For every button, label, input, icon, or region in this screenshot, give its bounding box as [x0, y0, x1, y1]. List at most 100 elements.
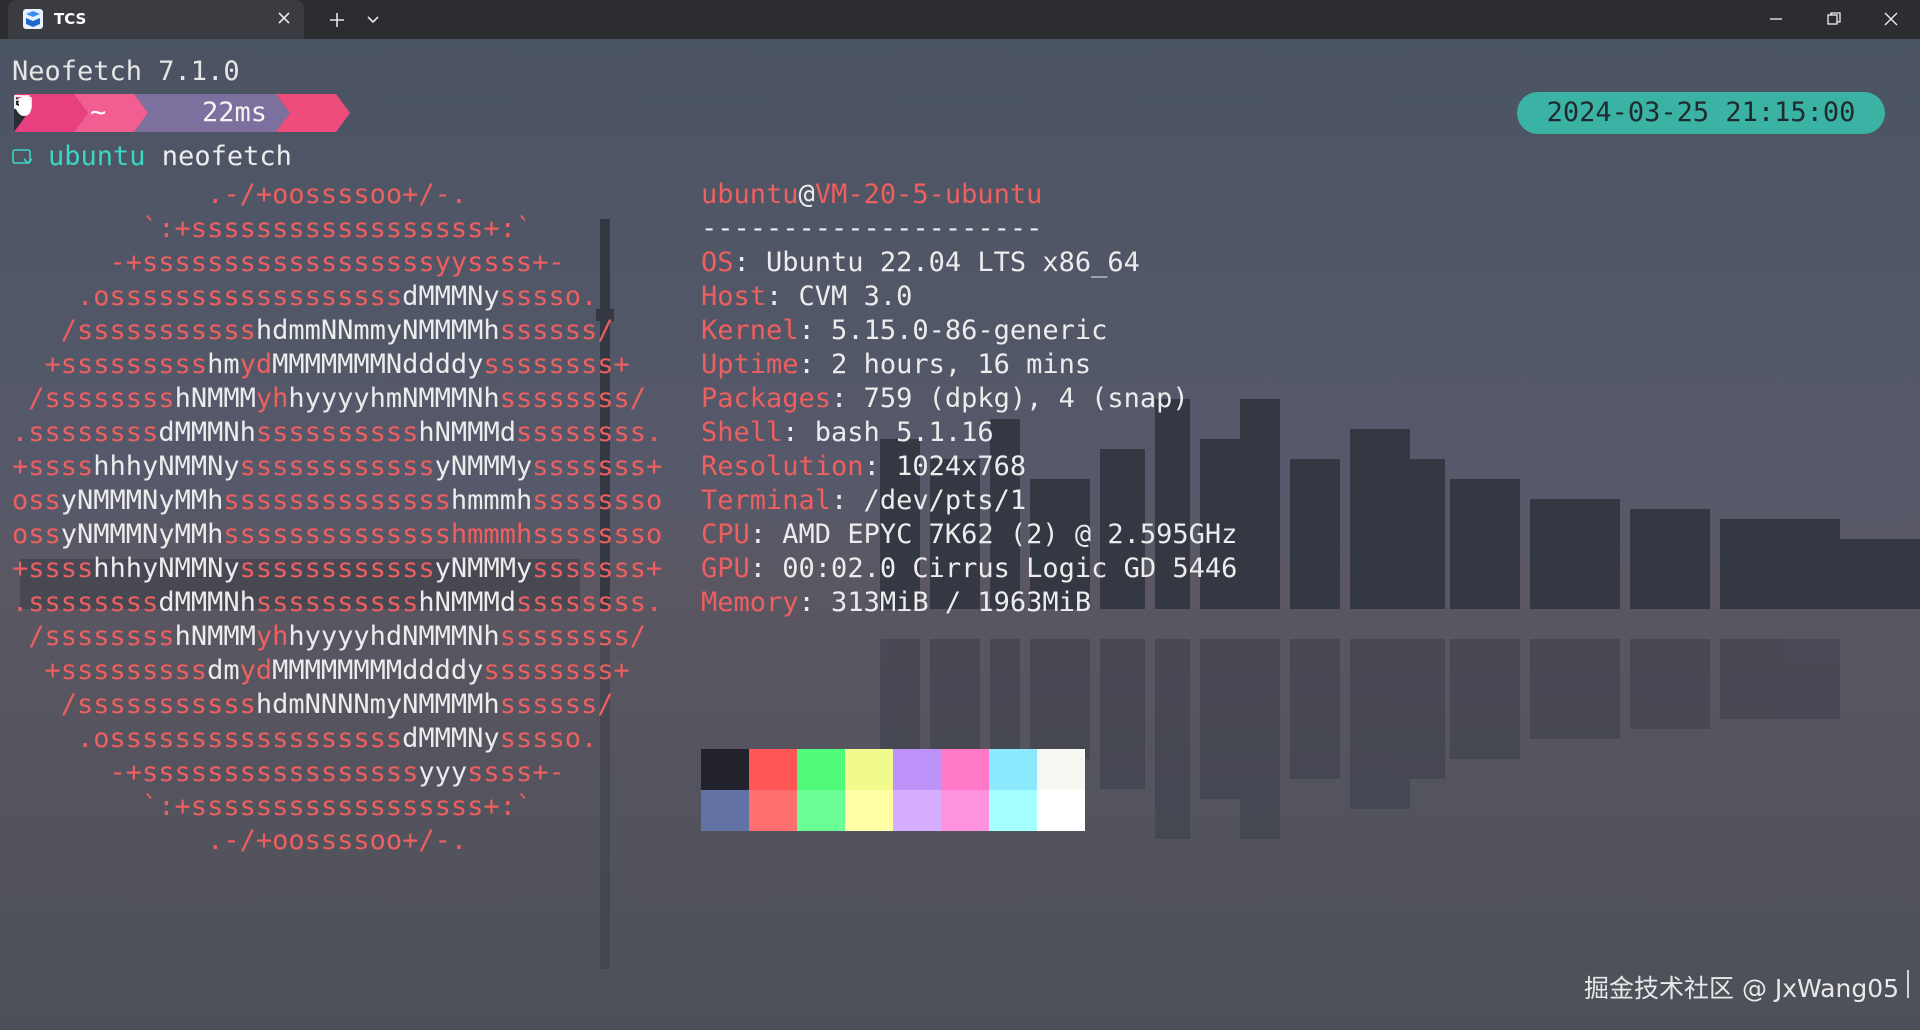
ascii-logo-segment: MMMMMMMMddddy — [272, 655, 484, 686]
info-key: Uptime — [701, 349, 799, 380]
ascii-logo-segment: hhhyNMMNy — [93, 451, 240, 482]
info-row-uptime: Uptime: 2 hours, 16 mins — [701, 348, 1091, 382]
info-at: @ — [798, 179, 815, 210]
prompt-powerline — [14, 94, 350, 132]
minimize-button[interactable] — [1747, 0, 1805, 39]
ascii-logo-segment: +sssssssss — [12, 349, 208, 380]
info-key: Memory — [701, 587, 799, 618]
info-value: : 00:02.0 Cirrus Logic GD 5446 — [749, 553, 1238, 584]
info-row-kernel: Kernel: 5.15.0-86-generic — [701, 314, 1107, 348]
watermark: 掘金技术社区 @ JxWang05 — [1584, 974, 1900, 1003]
prompt-user: ubuntu — [48, 141, 146, 172]
ascii-logo-line: `:+ssssssssssssssssss+:` — [12, 790, 532, 824]
info-key: CPU — [701, 519, 750, 550]
ascii-logo-segment: /ssssssss — [12, 621, 175, 652]
title-bar: TCS — [0, 0, 1920, 39]
terminal-prompt-icon — [12, 148, 33, 164]
info-row-os: OS: Ubuntu 22.04 LTS x86_64 — [701, 246, 1140, 280]
color-swatch — [749, 749, 797, 790]
ascii-logo-segment: yNMMMNyMMh — [60, 519, 224, 550]
info-row-gpu: GPU: 00:02.0 Cirrus Logic GD 5446 — [701, 552, 1237, 586]
info-host: VM-20-5-ubuntu — [814, 179, 1043, 210]
color-swatch — [797, 749, 845, 790]
info-value: : AMD EPYC 7K62 (2) @ 2.595GHz — [749, 519, 1238, 550]
ascii-logo-segment: hhhyNMMNy — [93, 553, 240, 584]
text-cursor — [1907, 970, 1909, 998]
ascii-logo-segment: yh — [255, 383, 289, 414]
ascii-logo-segment: dMMMNy — [402, 281, 500, 312]
terminal-pane[interactable]: Neofetch 7.1.0 ~ 22ms 2024-03-25 21:15:0… — [0, 39, 1920, 1030]
info-value: : bash 5.1.16 — [782, 417, 994, 448]
ascii-logo-segment: +ssss — [12, 451, 94, 482]
minimize-icon — [1770, 18, 1782, 20]
prompt-path: ~ — [90, 97, 107, 128]
plus-icon[interactable] — [327, 10, 347, 30]
user-host-line: ubuntu@VM-20-5-ubuntu — [701, 178, 1042, 212]
terminal-app-icon — [23, 9, 43, 29]
ascii-logo-segment: ssssssso — [532, 485, 663, 516]
ascii-logo-segment: yNMMMy — [434, 451, 533, 482]
close-window-button[interactable] — [1862, 0, 1920, 39]
info-key: GPU — [701, 553, 750, 584]
ascii-logo-segment: hmmmh — [450, 485, 533, 516]
ascii-logo-segment: yNMMMy — [434, 553, 533, 584]
maximize-button[interactable] — [1805, 0, 1863, 39]
ascii-logo-segment: ssssssss. — [515, 587, 663, 618]
ascii-logo-segment: ssssss/ — [499, 689, 614, 720]
info-key: Kernel — [701, 315, 799, 346]
info-value: : 5.15.0-86-generic — [798, 315, 1108, 346]
ascii-logo-segment: +sssssssss — [12, 655, 208, 686]
ascii-logo-segment: .-/+oossssoo+/-. — [12, 825, 468, 856]
ascii-logo-segment: ssssssssssss — [239, 553, 435, 584]
color-swatch — [845, 790, 893, 831]
ascii-logo-line: .ssssssssdMMMNhsssssssssshNMMMdssssssss. — [12, 416, 662, 450]
color-swatch — [893, 749, 941, 790]
ascii-logo-segment: /sssssssssss — [12, 315, 256, 346]
color-swatch — [941, 749, 989, 790]
ascii-logo-segment: hNMMMd — [418, 587, 516, 618]
command-line[interactable]: ubuntu neofetch — [12, 140, 292, 174]
ascii-logo-segment: ssssssssss — [255, 417, 419, 448]
info-key: Packages — [701, 383, 832, 414]
ascii-logo-segment: hdmNNNNmyNMMMMh — [255, 689, 500, 720]
color-swatch — [941, 790, 989, 831]
info-key: OS — [701, 247, 734, 278]
info-value: : /dev/pts/1 — [831, 485, 1027, 516]
ascii-logo-segment: dMMMNy — [402, 723, 500, 754]
ascii-logo-segment: ssssssss. — [515, 417, 663, 448]
ascii-logo-segment: dMMMNh — [158, 417, 256, 448]
ascii-logo-segment: /ssssssss — [12, 383, 175, 414]
ascii-logo-segment: ssssssssss — [255, 587, 419, 618]
info-value: : 313MiB / 1963MiB — [798, 587, 1092, 618]
ascii-logo-segment: yyy — [418, 757, 468, 788]
ascii-logo-segment: sssssssssssssshmmmhssssssso — [223, 519, 663, 550]
ascii-logo-line: .-/+oossssoo+/-. — [12, 824, 467, 858]
ascii-logo-segment: hm — [207, 349, 240, 380]
ascii-logo-segment: .ssssssss — [12, 587, 159, 618]
info-key: Shell — [701, 417, 783, 448]
ascii-logo-segment: yd — [239, 655, 273, 686]
color-swatch — [701, 749, 749, 790]
chevron-down-icon[interactable] — [366, 13, 380, 27]
ascii-logo-segment: ssssssss+ — [483, 655, 630, 686]
color-swatch — [701, 790, 749, 831]
info-value: : Ubuntu 22.04 LTS x86_64 — [733, 247, 1140, 278]
info-row-cpu: CPU: AMD EPYC 7K62 (2) @ 2.595GHz — [701, 518, 1237, 552]
close-icon[interactable] — [276, 10, 292, 26]
ascii-logo-segment: ssssssss/ — [499, 621, 646, 652]
ascii-logo-segment: /sssssssssss — [12, 689, 256, 720]
ascii-logo-line: /sssssssshNMMMyhhyyyyhmNMMMNhssssssss/ — [12, 382, 646, 416]
ascii-logo-segment: dm — [207, 655, 240, 686]
tab-tcs[interactable]: TCS — [8, 0, 304, 39]
ascii-logo-segment: -+ssssssssssssssssssyyssss+- — [12, 247, 565, 278]
ascii-logo-segment: ssssssssssss — [239, 451, 435, 482]
color-palette — [701, 749, 1085, 831]
hand-icon — [14, 95, 31, 116]
ascii-logo-line: .ossssssssssssssssssdMMMNysssso. — [12, 280, 597, 314]
info-key: Host — [701, 281, 767, 312]
ascii-logo-segment: `:+ssssssssssssssssss+:` — [12, 213, 533, 244]
color-swatch — [989, 790, 1037, 831]
close-icon — [1884, 12, 1898, 26]
info-row-packages: Packages: 759 (dpkg), 4 (snap) — [701, 382, 1189, 416]
ascii-logo-segment: -+sssssssssssssssss — [12, 757, 419, 788]
